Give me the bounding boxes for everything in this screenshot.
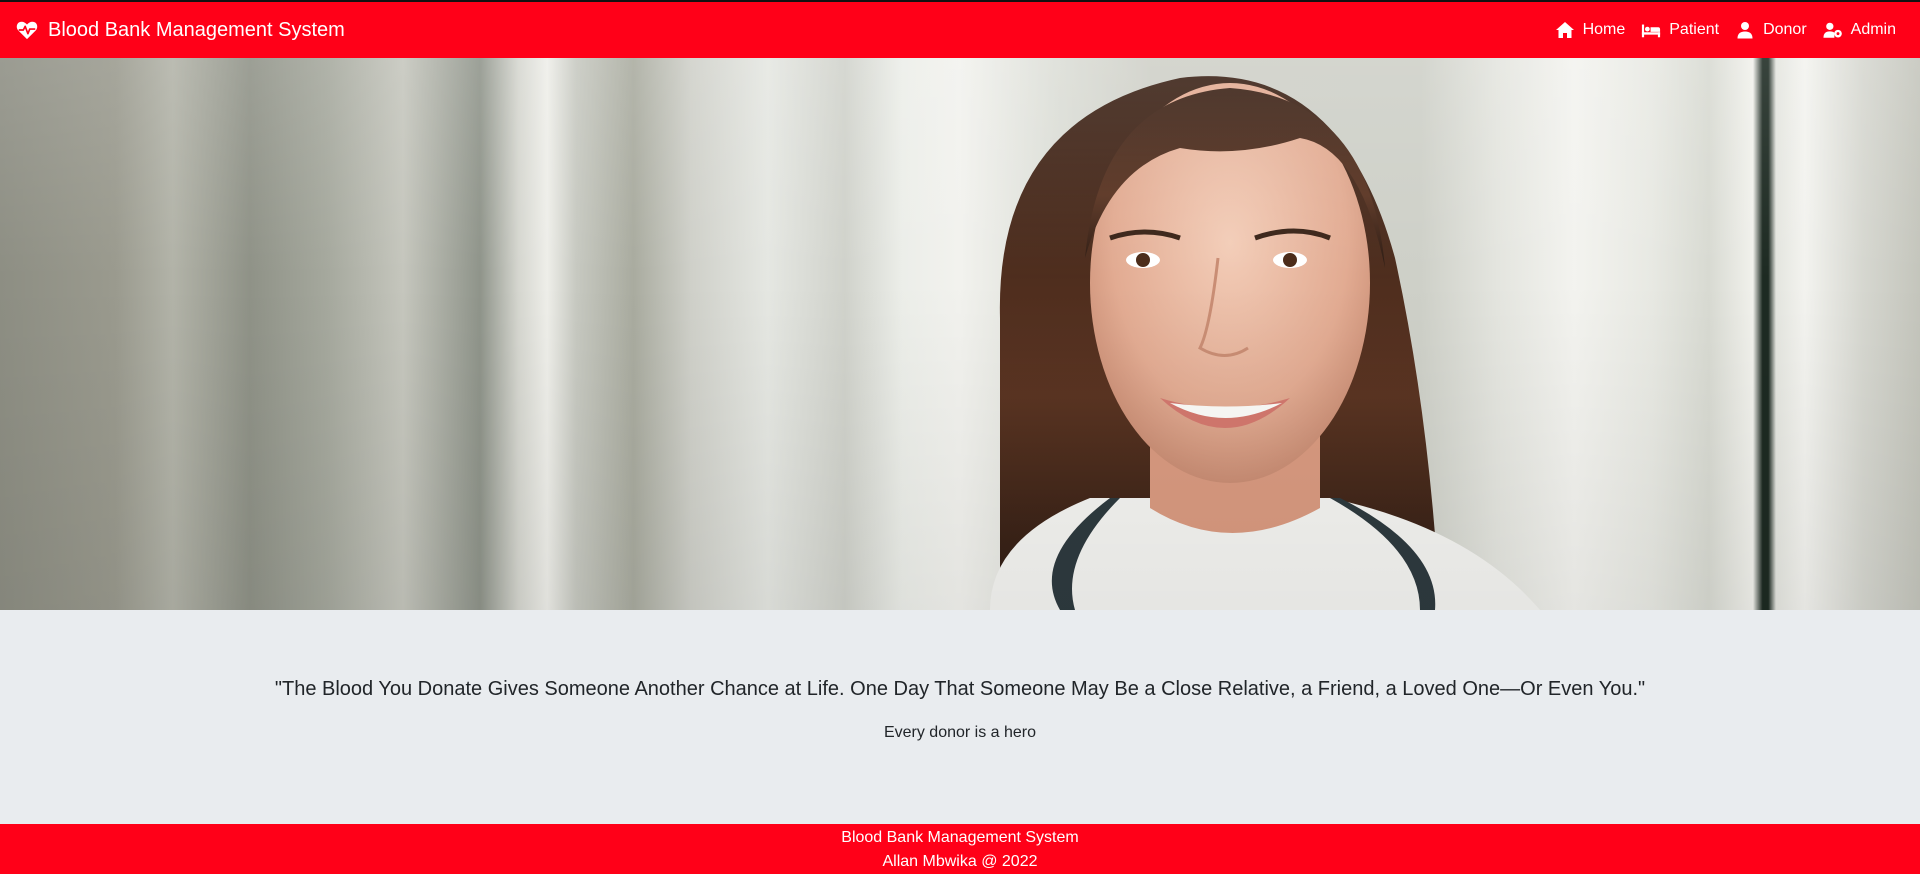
nav-admin-link[interactable]: Admin	[1823, 21, 1896, 39]
nav-home-label: Home	[1582, 21, 1626, 38]
user-cog-icon	[1823, 21, 1851, 39]
home-icon	[1555, 21, 1583, 39]
footer-credit: Allan Mbwika @ 2022	[882, 853, 1038, 870]
user-icon	[1735, 21, 1763, 39]
donation-quote: "The Blood You Donate Gives Someone Anot…	[274, 678, 1646, 700]
quote-section: "The Blood You Donate Gives Someone Anot…	[0, 610, 1920, 824]
hero-image	[0, 58, 1920, 610]
brand-title: Blood Bank Management System	[48, 18, 345, 41]
top-navbar: Blood Bank Management System Home Patien…	[0, 0, 1920, 58]
nav-home-link[interactable]: Home	[1555, 21, 1626, 39]
footer: Blood Bank Management System Allan Mbwik…	[0, 824, 1920, 874]
hero-overlay	[0, 58, 1920, 610]
footer-title: Blood Bank Management System	[841, 829, 1079, 846]
bed-icon	[1641, 21, 1669, 39]
donor-tagline: Every donor is a hero	[883, 724, 1037, 741]
nav-patient-link[interactable]: Patient	[1641, 21, 1719, 39]
nav-donor-label: Donor	[1763, 21, 1807, 38]
brand-link[interactable]: Blood Bank Management System	[16, 19, 345, 42]
nav-patient-label: Patient	[1669, 21, 1720, 38]
nav-links: Home Patient Donor Admin	[1539, 21, 1904, 39]
nav-donor-link[interactable]: Donor	[1735, 21, 1807, 39]
heart-pulse-icon	[16, 19, 38, 41]
nav-admin-label: Admin	[1850, 21, 1896, 38]
